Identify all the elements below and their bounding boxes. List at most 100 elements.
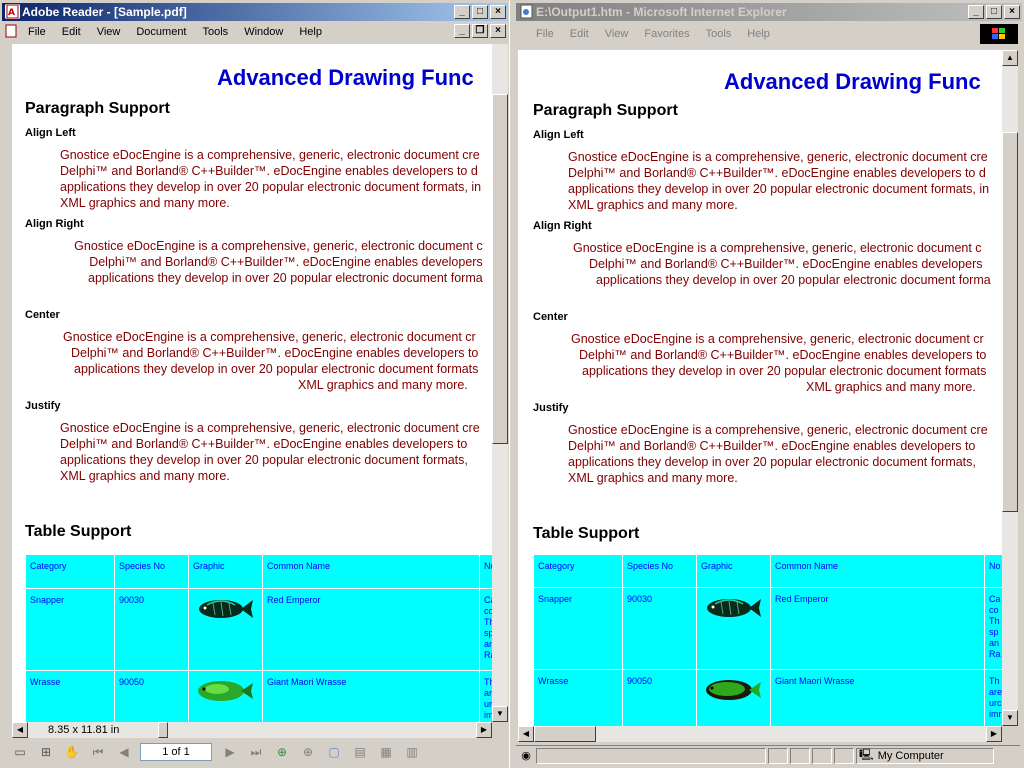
table-support-heading: Table Support (25, 523, 132, 540)
ie-menu-file[interactable]: File (516, 28, 562, 40)
ie-menu-favorites[interactable]: Favorites (636, 28, 697, 40)
paragraph-support-heading: Paragraph Support (533, 102, 678, 119)
ie-scroll-up-button[interactable]: ▲ (1002, 50, 1018, 66)
cell-notes: CacoThspanRa (479, 588, 492, 671)
svg-text:A: A (8, 8, 15, 18)
cell-common-name: Red Emperor (770, 587, 985, 670)
align-right-paragraph: Gnostice eDocEngine is a comprehensive, … (74, 239, 483, 285)
align-left-paragraph: Gnostice eDocEngine is a comprehensive, … (568, 150, 990, 212)
ie-horizontal-scrollbar[interactable]: ◀ ▶ (518, 726, 1002, 742)
justify-paragraph: Gnostice eDocEngine is a comprehensive, … (60, 421, 480, 483)
cell-graphic (696, 669, 771, 726)
minimize-button[interactable]: _ (454, 5, 470, 19)
menu-edit[interactable]: Edit (54, 26, 89, 38)
doc-restore-button[interactable]: ❐ (472, 24, 488, 38)
go-forward-icon[interactable]: ⊕ (298, 742, 318, 762)
status-zone-pane: 🖳 My Computer (856, 747, 994, 764)
adobe-horizontal-scrollbar[interactable]: ◀ 8.35 x 11.81 in ▶ (12, 722, 492, 738)
facing-icon[interactable]: ▦ (376, 742, 396, 762)
left-panel-strip[interactable] (2, 44, 12, 722)
adobe-scroll-left-button[interactable]: ◀ (12, 722, 28, 738)
maori-wrasse-fish-image (198, 681, 253, 701)
cell-species: 90030 (622, 587, 697, 670)
doc-close-button[interactable]: × (490, 24, 506, 38)
justify-label: Justify (25, 400, 61, 412)
adobe-hscroll-thumb[interactable] (158, 722, 168, 738)
ie-menu-tools[interactable]: Tools (698, 28, 740, 40)
ie-menu-view[interactable]: View (597, 28, 637, 40)
align-left-paragraph: Gnostice eDocEngine is a comprehensive, … (60, 148, 482, 210)
center-label: Center (533, 311, 568, 323)
page-number-input[interactable]: 1 of 1 (140, 743, 212, 761)
first-page-icon[interactable]: ⏮ (88, 742, 108, 762)
ie-vertical-scrollbar[interactable]: ▲ ▼ (1002, 50, 1018, 726)
ie-hscroll-thumb[interactable] (534, 726, 596, 742)
adobe-scroll-right-button[interactable]: ▶ (476, 722, 492, 738)
ie-scroll-thumb[interactable] (1002, 132, 1018, 512)
adobe-vertical-scrollbar[interactable]: ▼ (492, 44, 508, 722)
justify-label: Justify (533, 402, 569, 414)
ie-title-bar[interactable]: E:\Output1.htm - Microsoft Internet Expl… (516, 3, 1022, 21)
ie-close-button[interactable]: × (1004, 5, 1020, 19)
hand-tool-icon[interactable]: ✋ (62, 742, 82, 762)
cell-species: 90050 (622, 669, 697, 726)
previous-page-icon[interactable]: ◀ (114, 742, 134, 762)
ie-menu-help[interactable]: Help (739, 28, 778, 40)
table-row: Snapper 90030 Red Emperor CacoThspanRa (25, 588, 492, 671)
adobe-title-bar[interactable]: A Adobe Reader - [Sample.pdf] _ □ × (2, 3, 508, 21)
ie-scroll-down-button[interactable]: ▼ (1002, 710, 1018, 726)
single-page-icon[interactable]: ▢ (324, 742, 344, 762)
close-button[interactable]: × (490, 5, 506, 19)
fit-page-icon[interactable]: ⊞ (36, 742, 56, 762)
header-common-name: Common Name (770, 554, 985, 588)
windows-logo-icon (980, 24, 1018, 44)
ie-maximize-button[interactable]: □ (986, 5, 1002, 19)
header-species-no: Species No (114, 554, 189, 589)
header-graphic: Graphic (188, 554, 263, 589)
cell-graphic (696, 587, 771, 670)
ie-menu-edit[interactable]: Edit (562, 28, 597, 40)
header-category: Category (533, 554, 623, 588)
maori-wrasse-fish-image (706, 680, 761, 700)
monitor-icon[interactable]: ▭ (10, 742, 30, 762)
menu-help[interactable]: Help (291, 26, 330, 38)
menu-tools[interactable]: Tools (195, 26, 237, 38)
pdf-page-view[interactable]: Advanced Drawing Func Paragraph Support … (12, 44, 492, 722)
cell-common-name: Red Emperor (262, 588, 480, 671)
ie-menu-bar: File Edit View Favorites Tools Help (516, 23, 1022, 45)
ie-status-bar: ◉ 🖳 My Computer (516, 745, 1020, 765)
cell-category: Snapper (533, 587, 623, 670)
document-heading: Advanced Drawing Func (217, 65, 474, 90)
center-paragraph: Gnostice eDocEngine is a comprehensive, … (63, 330, 479, 392)
doc-minimize-button[interactable]: _ (454, 24, 470, 38)
last-page-icon[interactable]: ⏭ (246, 742, 266, 762)
status-pane (790, 747, 810, 764)
cell-graphic (188, 670, 263, 722)
red-emperor-fish-image (199, 600, 253, 618)
cell-species: 90050 (114, 670, 189, 722)
header-notes: No (479, 554, 492, 589)
table-row: Wrasse 90050 Giant Maori Wrasse Thareurc… (533, 669, 1006, 726)
center-paragraph: Gnostice eDocEngine is a comprehensive, … (571, 332, 987, 394)
menu-window[interactable]: Window (236, 26, 291, 38)
page-size-label: 8.35 x 11.81 in (48, 724, 120, 736)
ie-minimize-button[interactable]: _ (968, 5, 984, 19)
adobe-scroll-thumb[interactable] (492, 94, 508, 444)
align-left-label: Align Left (25, 127, 76, 139)
species-table: Category Species No Graphic Common Name … (25, 554, 492, 722)
cell-category: Wrasse (533, 669, 623, 726)
go-back-icon[interactable]: ⊕ (272, 742, 292, 762)
continuous-icon[interactable]: ▤ (350, 742, 370, 762)
continuous-facing-icon[interactable]: ▥ (402, 742, 422, 762)
ie-scroll-left-button[interactable]: ◀ (518, 726, 534, 742)
ie-scroll-right-button[interactable]: ▶ (986, 726, 1002, 742)
table-support-heading: Table Support (533, 525, 640, 542)
ie-page-view[interactable]: Advanced Drawing Func Paragraph Support … (518, 50, 1006, 726)
menu-view[interactable]: View (89, 26, 129, 38)
status-pane (812, 747, 832, 764)
adobe-scroll-down-button[interactable]: ▼ (492, 706, 508, 722)
menu-file[interactable]: File (20, 26, 54, 38)
maximize-button[interactable]: □ (472, 5, 488, 19)
menu-document[interactable]: Document (128, 26, 194, 38)
next-page-icon[interactable]: ▶ (220, 742, 240, 762)
